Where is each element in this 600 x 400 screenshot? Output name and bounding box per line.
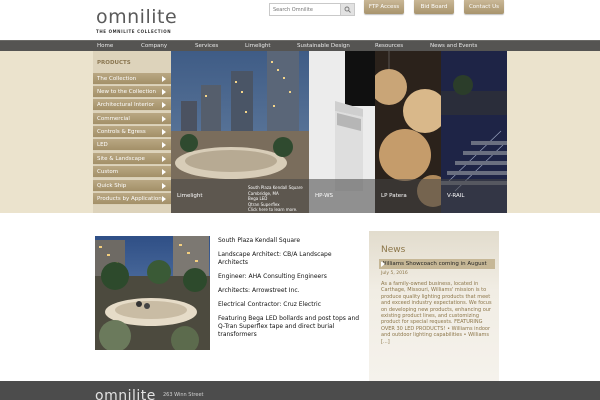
panel-title-hp-ws: HP-WS	[315, 193, 334, 199]
project-name: South Plaza Kendall Square	[218, 237, 301, 244]
contact-us-button[interactable]: Contact Us	[464, 0, 504, 14]
news-title-text: Williams Showcoach coming in August	[381, 261, 487, 267]
products-sidebar: PRODUCTS The Collection New to the Colle…	[93, 51, 171, 213]
logo-wordmark: omnilite	[96, 6, 178, 28]
sidebar-item-new-to-the-collection[interactable]: New to the Collection	[93, 86, 171, 98]
header: omnilite THE OMNILITE COLLECTION FTP Acc…	[0, 0, 600, 40]
sidebar-item-custom[interactable]: Custom	[93, 166, 171, 178]
chevron-right-icon	[162, 196, 166, 202]
sidebar-item-architectural-interior[interactable]: Architectural Interior	[93, 99, 171, 111]
footer-logo: omnilite	[95, 388, 156, 400]
ftp-access-button[interactable]: FTP Access	[364, 0, 404, 14]
panel-title-limelight: Limelight	[177, 193, 203, 199]
sidebar-item-label: Commercial	[97, 116, 130, 122]
sidebar-item-site-landscape[interactable]: Site & Landscape	[93, 153, 171, 165]
footer: omnilite 263 Winn Street	[0, 381, 600, 400]
sidebar-item-label: Custom	[97, 169, 119, 175]
chevron-right-icon	[162, 102, 166, 108]
chevron-right-icon	[162, 169, 166, 175]
panel-detail: South Plaza Kendall Square Cambridge, MA…	[248, 185, 303, 213]
chevron-right-icon	[162, 183, 166, 189]
detail-line: South Plaza Kendall Square	[248, 185, 303, 190]
news-date: July 5, 2016	[381, 271, 408, 276]
news-item-title[interactable]: Williams Showcoach coming in August	[379, 259, 495, 269]
panel-caption: Limelight South Plaza Kendall Square Cam…	[171, 179, 309, 213]
project-photo[interactable]	[95, 236, 210, 350]
project-electrical-contractor: Electrical Contractor: Cruz Electric	[218, 301, 322, 308]
chevron-right-icon	[162, 142, 166, 148]
sidebar-item-label: Products by Application	[97, 196, 162, 202]
chevron-right-icon	[162, 76, 166, 82]
panel-title-lp-patera: LP Patera	[381, 193, 407, 199]
showcase-panel-hp-ws[interactable]: HP-WS	[309, 51, 375, 213]
chevron-right-icon	[381, 261, 385, 267]
project-landscape-architect: Landscape Architect: CB/A Landscape Arch…	[218, 251, 332, 266]
bid-board-button[interactable]: Bid Board	[414, 0, 454, 14]
showcase-panel-lp-patera[interactable]: LP Patera	[375, 51, 441, 213]
products-heading: PRODUCTS	[97, 60, 131, 66]
search-input[interactable]	[270, 4, 342, 15]
logo-tagline: THE OMNILITE COLLECTION	[96, 29, 172, 34]
project-architects: Architects: Arrowstreet Inc.	[218, 287, 300, 294]
news-heading: News	[381, 245, 406, 255]
search-icon	[344, 6, 351, 13]
chevron-right-icon	[162, 116, 166, 122]
news-body: As a family-owned business, located in C…	[381, 281, 492, 345]
panel-title-v-rail: V-RAIL	[447, 193, 465, 199]
showcase-panel-limelight[interactable]: Limelight South Plaza Kendall Square Cam…	[171, 51, 309, 213]
showcase-panel-v-rail[interactable]: V-RAIL	[441, 51, 507, 213]
sidebar-item-label: Quick Ship	[97, 183, 127, 189]
project-featuring: Featuring Bega LED bollards and post top…	[218, 315, 360, 338]
sidebar-item-label: Controls & Egress	[97, 129, 146, 135]
panel-caption: LP Patera	[375, 179, 441, 213]
chevron-right-icon	[162, 156, 166, 162]
sidebar-item-label: LED	[97, 142, 108, 148]
sidebar-item-led[interactable]: LED	[93, 139, 171, 151]
chevron-right-icon	[162, 129, 166, 135]
chevron-right-icon	[162, 89, 166, 95]
panel-caption: V-RAIL	[441, 179, 507, 213]
sidebar-item-controls-egress[interactable]: Controls & Egress	[93, 126, 171, 138]
sidebar-item-the-collection[interactable]: The Collection	[93, 73, 171, 85]
sidebar-item-label: New to the Collection	[97, 89, 156, 95]
project-info: South Plaza Kendall Square Landscape Arc…	[218, 237, 363, 345]
sidebar-item-products-by-application[interactable]: Products by Application	[93, 193, 171, 205]
sidebar-item-commercial[interactable]: Commercial	[93, 113, 171, 125]
sidebar-item-label: Architectural Interior	[97, 102, 155, 108]
panel-caption: HP-WS	[309, 179, 375, 213]
omnilite-logo[interactable]: omnilite THE OMNILITE COLLECTION	[96, 6, 177, 34]
project-engineer: Engineer: AHA Consulting Engineers	[218, 273, 327, 280]
sidebar-item-label: Site & Landscape	[97, 156, 145, 162]
sidebar-item-quick-ship[interactable]: Quick Ship	[93, 180, 171, 192]
news-panel: News Williams Showcoach coming in August…	[369, 231, 499, 381]
sidebar-item-label: The Collection	[97, 76, 137, 82]
kendall-square-image	[95, 236, 210, 350]
main-nav: Home Company Services Limelight Sustaina…	[0, 40, 600, 51]
footer-address: 263 Winn Street	[163, 392, 204, 398]
search-button[interactable]	[340, 4, 354, 15]
search-box	[269, 3, 355, 16]
